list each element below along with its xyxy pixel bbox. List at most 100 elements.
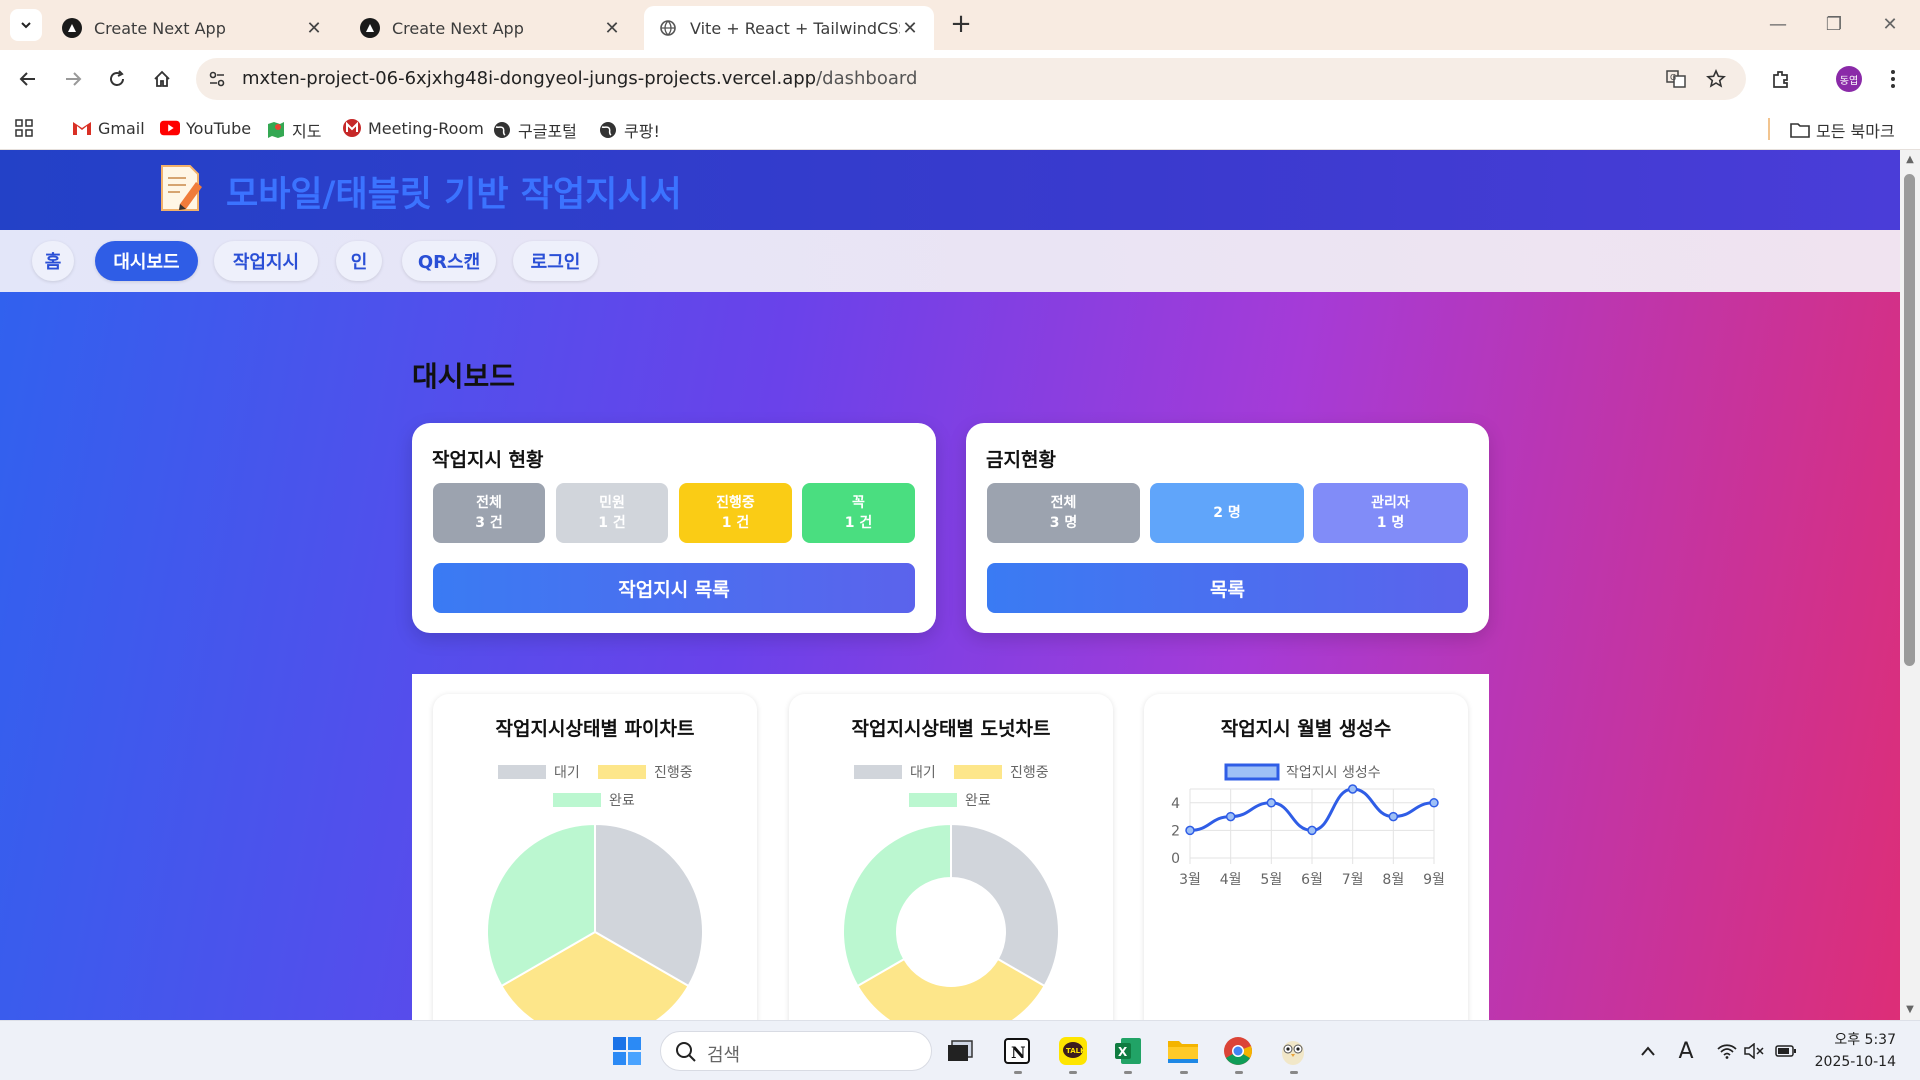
minimize-icon[interactable]: — xyxy=(1750,8,1806,42)
nav-work-orders[interactable]: 작업지시 xyxy=(214,241,318,281)
pie-chart: 대기 진행중완료 xyxy=(486,765,704,1020)
nav-dashboard[interactable]: 대시보드 xyxy=(95,241,198,281)
y-tick-label: 2 xyxy=(1171,823,1180,839)
data-point-8월[interactable] xyxy=(1388,811,1399,822)
stat-in-progress[interactable]: 진행중 1 건 xyxy=(679,483,792,543)
tab-close-icon[interactable]: ✕ xyxy=(304,18,324,39)
list-button[interactable]: 목록 xyxy=(987,563,1468,613)
legend-label[interactable]: 완료 xyxy=(609,793,635,809)
legend-label[interactable]: 대기 xyxy=(910,765,936,781)
browser-tab-active[interactable]: Vite + React + TailwindCSS ✕ xyxy=(644,6,934,50)
scroll-down-icon[interactable]: ▼ xyxy=(1904,1004,1916,1015)
nav-home[interactable]: 홈 xyxy=(32,241,74,281)
owl-app-icon[interactable] xyxy=(1275,1033,1311,1069)
bookmark-maps[interactable]: 지도 xyxy=(266,118,321,142)
windows-start-icon[interactable] xyxy=(609,1033,645,1069)
system-clock[interactable]: 오후 5:37 2025-10-14 xyxy=(1812,1029,1896,1073)
data-point-4월[interactable] xyxy=(1225,811,1236,822)
close-window-icon[interactable]: ✕ xyxy=(1862,8,1918,42)
ime-icon[interactable]: A xyxy=(1668,1033,1704,1069)
meeting-room-icon xyxy=(342,118,362,138)
charts-panel: 작업지시상태별 파이차트 대기 진행중 완료 작업지시상태별 도넛차트 대기 진행중 완… xyxy=(412,674,1489,1020)
browser-tab[interactable]: Create Next App ✕ xyxy=(346,6,636,50)
stat-complaint[interactable]: 민원 1 건 xyxy=(556,483,668,543)
stat-users[interactable]: 2 명 xyxy=(1150,483,1304,543)
notion-icon[interactable]: N xyxy=(999,1033,1035,1069)
app-title: 모바일/태블릿 기반 작업지시서 xyxy=(226,175,682,215)
legend-label[interactable]: 대기 xyxy=(554,765,580,781)
new-tab-button[interactable]: + xyxy=(944,8,978,42)
tab-search-button[interactable] xyxy=(10,9,42,41)
stat-label: 민원 xyxy=(599,495,625,511)
home-icon[interactable] xyxy=(145,62,179,96)
kakaotalk-icon[interactable]: TALK xyxy=(1055,1033,1091,1069)
chrome-icon[interactable] xyxy=(1220,1033,1256,1069)
battery-icon[interactable] xyxy=(1768,1033,1804,1069)
data-point-7월[interactable] xyxy=(1347,784,1358,794)
legend-label[interactable]: 진행중 xyxy=(1010,765,1049,781)
all-bookmarks-button[interactable]: 모든 북마크 xyxy=(1790,118,1895,142)
task-view-icon[interactable] xyxy=(942,1033,978,1069)
chevron-up-icon[interactable] xyxy=(1630,1033,1666,1069)
pie-slice-완료[interactable] xyxy=(842,822,952,988)
donut-chart-card: 작업지시상태별 도넛차트 대기 진행중 완료 xyxy=(789,694,1113,1020)
bookmark-coupang[interactable]: 쿠팡! xyxy=(598,118,660,142)
x-tick-label: 9월 xyxy=(1423,872,1445,888)
back-icon[interactable] xyxy=(11,62,45,96)
translate-icon[interactable]: G xyxy=(1659,62,1693,96)
address-bar[interactable]: mxten-project-06-6xjxhg48i-dongyeol-jung… xyxy=(196,58,1746,100)
card-title: 금지현황 xyxy=(986,449,1056,471)
nav-qr-scan[interactable]: QR스캔 xyxy=(402,241,496,281)
stat-done[interactable]: 꼭 1 건 xyxy=(802,483,915,543)
data-point-9월[interactable] xyxy=(1429,798,1439,808)
stat-total[interactable]: 전체 3 건 xyxy=(433,483,545,543)
excel-icon[interactable]: X xyxy=(1110,1033,1146,1069)
data-point-3월[interactable] xyxy=(1185,825,1195,836)
x-tick-label: 3월 xyxy=(1179,872,1201,888)
legend-swatch xyxy=(553,793,601,807)
nav-in[interactable]: 인 xyxy=(336,241,382,281)
site-info-icon[interactable] xyxy=(200,62,234,96)
forward-icon[interactable] xyxy=(56,62,90,96)
file-explorer-icon[interactable] xyxy=(1165,1033,1201,1069)
legend-label[interactable]: 진행중 xyxy=(654,765,693,781)
speaker-muted-icon[interactable] xyxy=(1736,1033,1772,1069)
bookmark-label: 쿠팡! xyxy=(624,122,660,141)
restore-icon[interactable]: ❐ xyxy=(1806,8,1862,42)
tab-close-icon[interactable]: ✕ xyxy=(900,18,920,39)
page-scrollbar[interactable]: ▲ ▼ xyxy=(1900,150,1920,1020)
bookmark-google-portal[interactable]: 구글포털 xyxy=(492,118,577,142)
bookmark-label: YouTube xyxy=(186,118,252,138)
stat-total[interactable]: 전체 3 명 xyxy=(987,483,1140,543)
reload-icon[interactable] xyxy=(100,62,134,96)
menu-kebab-icon[interactable] xyxy=(1876,62,1910,96)
taskbar-search[interactable]: 검색 xyxy=(660,1031,932,1071)
bookmark-gmail[interactable]: Gmail xyxy=(72,118,145,138)
data-point-6월[interactable] xyxy=(1307,825,1317,836)
extensions-icon[interactable] xyxy=(1764,62,1798,96)
scrollbar-thumb[interactable] xyxy=(1904,174,1915,666)
search-placeholder: 검색 xyxy=(707,1045,741,1066)
tab-title: Create Next App xyxy=(392,18,524,38)
data-point-5월[interactable] xyxy=(1266,798,1277,808)
bookmark-star-icon[interactable] xyxy=(1699,62,1733,96)
app-header: 모바일/태블릿 기반 작업지시서 xyxy=(0,150,1900,230)
card-title: 작업지시 현황 xyxy=(432,449,544,471)
globe-icon xyxy=(492,120,512,140)
legend-label[interactable]: 완료 xyxy=(965,793,991,809)
legend-label[interactable]: 작업지시 생성수 xyxy=(1286,765,1381,781)
bookmark-youtube[interactable]: YouTube xyxy=(160,118,251,138)
profile-avatar[interactable]: 동엽 xyxy=(1836,66,1862,92)
pie-slice-대기[interactable] xyxy=(950,822,1060,988)
apps-grid-icon[interactable] xyxy=(14,118,34,138)
bookmark-meeting-room[interactable]: Meeting-Room xyxy=(342,118,484,138)
scroll-up-icon[interactable]: ▲ xyxy=(1904,154,1916,165)
browser-tab[interactable]: Create Next App ✕ xyxy=(48,6,338,50)
bookmark-label: 구글포털 xyxy=(518,122,577,141)
stat-label: 꼭 xyxy=(852,495,865,511)
nav-login[interactable]: 로그인 xyxy=(513,241,598,281)
pie-chart-card: 작업지시상태별 파이차트 대기 진행중 완료 xyxy=(433,694,757,1020)
stat-admins[interactable]: 관리자 1 명 xyxy=(1313,483,1468,543)
tab-close-icon[interactable]: ✕ xyxy=(602,18,622,39)
work-order-list-button[interactable]: 작업지시 목록 xyxy=(433,563,915,613)
